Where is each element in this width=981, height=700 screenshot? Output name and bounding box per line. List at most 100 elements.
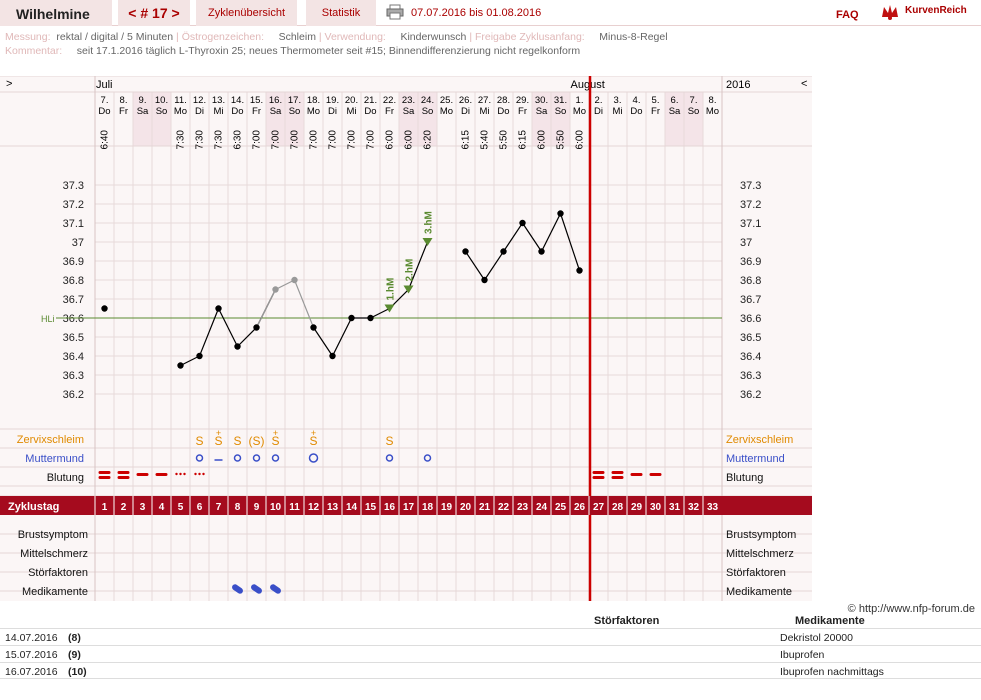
printer-icon[interactable] xyxy=(386,4,404,20)
bleeding-heavy xyxy=(98,476,111,479)
date-label: 2. xyxy=(595,95,603,106)
date-label: 23. xyxy=(402,95,415,106)
y-tick-label-right: 36.7 xyxy=(740,294,761,306)
weekday-label: Mi xyxy=(346,106,356,117)
cycle-day-number: 9 xyxy=(254,502,260,513)
time-label: 7:30 xyxy=(214,130,225,150)
weekday-label: Fr xyxy=(252,106,261,117)
date-label: 29. xyxy=(516,95,529,106)
brand-logo-icon[interactable] xyxy=(880,3,900,21)
high-temp-marker-label: 1.hM xyxy=(386,278,397,301)
weekday-label: Do xyxy=(98,106,110,117)
weekday-label: Di xyxy=(328,106,337,117)
date-label: 5. xyxy=(652,95,660,106)
time-label: 7:30 xyxy=(176,130,187,150)
date-label: 14. xyxy=(231,95,244,106)
date-label: 19. xyxy=(326,95,339,106)
bleeding-heavy xyxy=(98,471,111,474)
temperature-point xyxy=(519,219,526,227)
month-label-july: Juli xyxy=(96,79,113,91)
weekday-label: Di xyxy=(461,106,470,117)
faq-link[interactable]: FAQ xyxy=(836,9,859,21)
date-label: 16. xyxy=(269,95,282,106)
brand-name[interactable]: KurvenReich xyxy=(905,5,967,16)
y-tick-label-left: 37.2 xyxy=(63,199,84,211)
date-label: 26. xyxy=(459,95,472,106)
cervical-mucus-symbol: (S) xyxy=(249,434,265,448)
weekday-label: Sa xyxy=(137,106,149,117)
coverline-label: HLi xyxy=(41,314,55,324)
row-label-cervical: Zervixschleim xyxy=(17,434,84,446)
weekday-label: Fr xyxy=(385,106,394,117)
date-label: 25. xyxy=(440,95,453,106)
bleeding-spot xyxy=(202,472,205,476)
weekday-label: Di xyxy=(594,106,603,117)
date-label: 6. xyxy=(671,95,679,106)
y-tick-label-right: 37.2 xyxy=(740,199,761,211)
y-tick-label-right: 37 xyxy=(740,237,752,249)
weekday-label: Do xyxy=(364,106,376,117)
time-label: 6:15 xyxy=(518,130,529,150)
comment-line: Kommentar: seit 17.1.2016 täglich L-Thyr… xyxy=(5,45,581,57)
y-tick-label-right: 36.8 xyxy=(740,275,761,287)
statistics-link[interactable]: Statistik xyxy=(306,0,376,26)
weekday-label: Di xyxy=(195,106,204,117)
temperature-point xyxy=(329,352,336,360)
cycle-day-number: 33 xyxy=(707,502,719,513)
bleeding-spot xyxy=(194,472,197,476)
date-label: 7. xyxy=(690,95,698,106)
cycle-day-number: 15 xyxy=(365,502,377,513)
date-label: 20. xyxy=(345,95,358,106)
cycle-day-number: 30 xyxy=(650,502,662,513)
cycle-day-number: 21 xyxy=(479,502,491,513)
cycle-navigator[interactable]: < # 17 > xyxy=(118,0,190,26)
y-tick-label-right: 36.9 xyxy=(740,256,761,268)
date-label: 18. xyxy=(307,95,320,106)
weekday-label: Mi xyxy=(612,106,622,117)
y-tick-label-left: 36.8 xyxy=(63,275,84,287)
y-tick-label-left: 36.5 xyxy=(63,332,84,344)
cycle-day-number: 32 xyxy=(688,502,700,513)
y-tick-label-right: 36.2 xyxy=(740,389,761,401)
time-label: 6:30 xyxy=(233,130,244,150)
credit[interactable]: © http://www.nfp-forum.de xyxy=(848,603,975,615)
y-tick-label-right: 37.3 xyxy=(740,180,761,192)
temperature-point xyxy=(538,248,545,255)
time-label: 6:00 xyxy=(537,130,548,150)
weekday-label: Mi xyxy=(213,106,223,117)
temperature-point xyxy=(215,305,222,312)
year-label: 2016 xyxy=(726,79,750,91)
weekday-label: So xyxy=(289,106,301,117)
table-row: 14.07.2016 (8) Dekristol 20000 xyxy=(0,628,981,645)
time-label: 7:00 xyxy=(309,130,320,150)
date-label: 21. xyxy=(364,95,377,106)
time-label: 6:40 xyxy=(100,130,111,150)
time-label: 5:40 xyxy=(480,130,491,150)
weekday-label: Mo xyxy=(440,106,453,117)
cycle-day-number: 12 xyxy=(308,502,320,513)
row-label-right-cervical: Zervixschleim xyxy=(726,434,793,446)
y-tick-label-left: 37.3 xyxy=(63,180,84,192)
bleeding-heavy xyxy=(611,476,624,479)
top-bar: Wilhelmine < # 17 > Zyklenübersicht Stat… xyxy=(0,0,981,26)
cycle-day-number: 14 xyxy=(346,502,358,513)
row-label-right-medication: Medikamente xyxy=(726,586,792,598)
bleeding-heavy xyxy=(592,476,605,479)
cycle-day-number: 19 xyxy=(441,502,453,513)
settings-line: Messung: rektal / digital / 5 Minuten | … xyxy=(5,31,668,43)
weekday-label: Mo xyxy=(573,106,586,117)
cycle-chart: 37.3 37.3 37.2 37.2 37.1 37.1 37 37 36.9 36.9 36.8… xyxy=(0,76,812,601)
cycle-day-number: 7 xyxy=(216,502,222,513)
date-label: 24. xyxy=(421,95,434,106)
cycle-day-number: 3 xyxy=(140,502,146,513)
bleeding-light xyxy=(136,473,149,476)
bleeding-spot xyxy=(179,472,182,476)
cycle-overview-link[interactable]: Zyklenübersicht xyxy=(196,0,297,26)
temperature-chart: 37.3 37.337.2 37.237.1 37.137 3736.9 36.936.8… xyxy=(0,76,812,601)
cycle-day-number: 23 xyxy=(517,502,529,513)
cervical-mucus-plus: + xyxy=(216,428,221,438)
temperature-point xyxy=(253,324,260,331)
time-label: 7:30 xyxy=(195,130,206,150)
cycle-day-number: 2 xyxy=(121,502,127,513)
weekday-label: Do xyxy=(497,106,509,117)
